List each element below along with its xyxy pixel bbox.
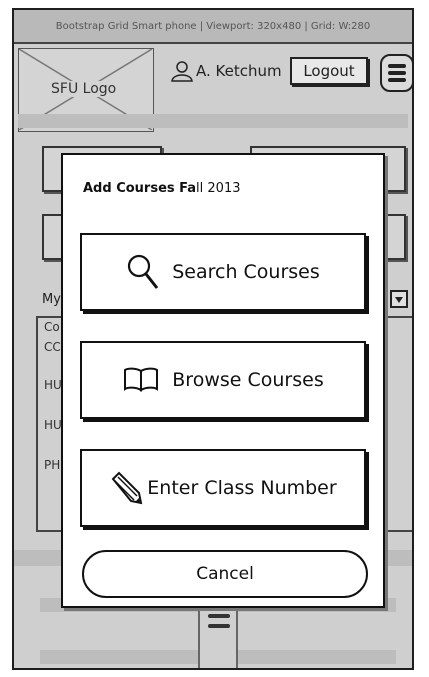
- search-icon: [128, 254, 159, 289]
- dialog-title-term: ll 2013: [196, 181, 241, 196]
- browse-courses-label: Browse Courses: [172, 369, 324, 391]
- user-name: A. Ketchum: [196, 62, 282, 80]
- hamburger-menu-icon[interactable]: [380, 54, 412, 92]
- dialog-title: Add Courses Fall 2013: [83, 181, 241, 196]
- browse-courses-button[interactable]: Browse Courses: [80, 341, 366, 419]
- enter-class-number-label: Enter Class Number: [147, 477, 337, 499]
- list-item: CC: [44, 340, 61, 354]
- section-label: My: [42, 292, 61, 307]
- dropdown-arrow-icon: [390, 290, 408, 308]
- search-courses-button[interactable]: Search Courses: [80, 233, 366, 311]
- dialog-title-bold: Add Courses Fa: [83, 181, 197, 196]
- user-info[interactable]: A. Ketchum: [170, 60, 282, 82]
- search-courses-label: Search Courses: [172, 261, 320, 283]
- window-title: Bootstrap Grid Smart phone | Viewport: 3…: [14, 10, 412, 44]
- logout-button[interactable]: Logout: [290, 57, 368, 85]
- background-divider: [18, 114, 408, 128]
- add-courses-dialog: Add Courses Fall 2013 Search Courses Bro…: [61, 153, 385, 608]
- user-icon: [171, 61, 193, 82]
- logo-label: SFU Logo: [49, 81, 119, 97]
- list-item: PH: [44, 458, 61, 472]
- book-icon: [124, 367, 159, 392]
- list-item: HU: [44, 378, 62, 392]
- enter-class-number-button[interactable]: Enter Class Number: [80, 449, 366, 527]
- cancel-button[interactable]: Cancel: [82, 550, 368, 598]
- list-item: HU: [44, 418, 62, 432]
- list-item: Co: [44, 320, 60, 334]
- pencil-icon: [111, 471, 143, 505]
